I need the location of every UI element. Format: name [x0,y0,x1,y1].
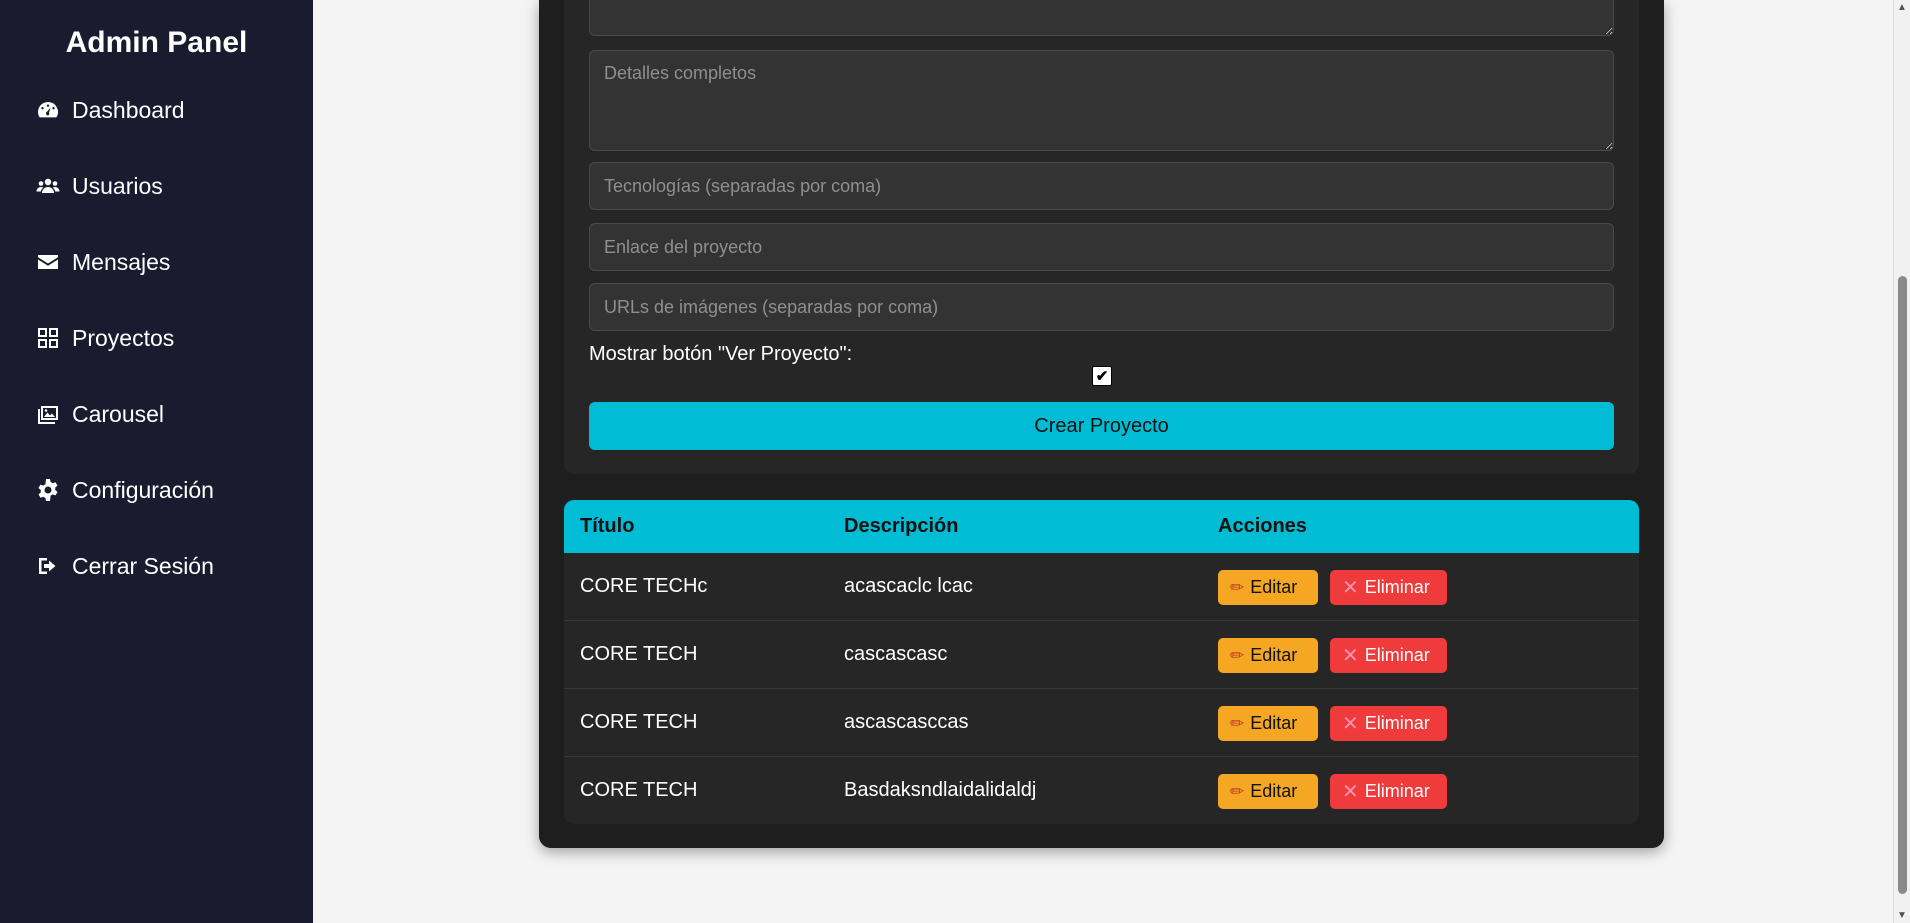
details-field[interactable] [589,50,1614,151]
project-link-field[interactable] [589,223,1614,271]
sidebar-item-label: Dashboard [72,96,185,123]
close-icon: ✕ [1342,577,1359,599]
pencil-icon: ✏ [1230,713,1245,733]
sidebar-item-label: Configuración [72,476,214,503]
sidebar-item-dashboard[interactable]: Dashboard [36,90,185,130]
sidebar-item-label: Usuarios [72,172,163,199]
sidebar-item-usuarios[interactable]: Usuarios [36,166,163,206]
images-icon [38,406,58,424]
projects-table: Título Descripción Acciones CORE TECHc a… [564,500,1639,824]
row-description: acascaclc lcac [844,575,973,597]
delete-label: Eliminar [1364,645,1430,665]
edit-label: Editar [1250,645,1298,665]
sidebar-item-label: Proyectos [72,324,175,351]
delete-button[interactable]: ✕ Eliminar [1330,570,1447,605]
delete-label: Eliminar [1364,781,1430,801]
sidebar: Admin Panel Dashboard Usuarios Mensajes … [0,0,313,923]
short-description-field[interactable] [589,0,1614,36]
sidebar-item-mensajes[interactable]: Mensajes [36,242,170,282]
row-description: Basdaksndlaidalidaldj [844,779,1037,801]
sidebar-item-label: Cerrar Sesión [72,552,214,579]
table-row: CORE TECH ascascasccas ✏ Editar ✕ Eliminar [564,689,1639,757]
grid-icon [38,328,58,348]
vertical-scrollbar[interactable]: ▲ ▼ [1893,0,1910,923]
edit-label: Editar [1250,713,1298,733]
close-icon: ✕ [1342,713,1359,735]
edit-button[interactable]: ✏ Editar [1218,774,1318,809]
pencil-icon: ✏ [1230,577,1245,597]
sidebar-item-label: Carousel [72,400,165,427]
pencil-icon: ✏ [1230,781,1245,801]
edit-button[interactable]: ✏ Editar [1218,638,1318,673]
row-title: CORE TECH [580,711,698,733]
scroll-down-icon[interactable]: ▼ [1897,910,1907,921]
header-description: Descripción [844,515,959,537]
envelope-icon [38,255,58,269]
sidebar-title: Admin Panel [65,26,248,59]
gear-icon [38,479,58,501]
header-actions: Acciones [1218,515,1307,537]
table-row: CORE TECH cascascasc ✏ Editar ✕ Eliminar [564,621,1639,689]
pencil-icon: ✏ [1230,645,1245,665]
edit-label: Editar [1250,781,1298,801]
row-description: ascascasccas [844,711,969,733]
row-title: CORE TECH [580,643,698,665]
logout-icon [39,558,56,574]
delete-button[interactable]: ✕ Eliminar [1330,706,1447,741]
delete-label: Eliminar [1364,577,1430,597]
table-header: Título Descripción Acciones [564,500,1639,553]
image-urls-field[interactable] [589,283,1614,331]
row-title: CORE TECH [580,779,698,801]
edit-button[interactable]: ✏ Editar [1218,706,1318,741]
sidebar-item-carousel[interactable]: Carousel [36,394,164,434]
sidebar-item-cerrar-sesion[interactable]: Cerrar Sesión [36,546,214,586]
check-icon: ✔ [1095,367,1109,385]
close-icon: ✕ [1342,645,1359,667]
technologies-field[interactable] [589,162,1614,210]
delete-label: Eliminar [1364,713,1430,733]
delete-button[interactable]: ✕ Eliminar [1330,774,1447,809]
table-row: CORE TECH Basdaksndlaidalidaldj ✏ Editar … [564,757,1639,824]
create-project-button[interactable]: Crear Proyecto [589,402,1614,450]
edit-button[interactable]: ✏ Editar [1218,570,1318,605]
show-button-label: Mostrar botón "Ver Proyecto": [589,343,853,365]
header-title: Título [580,515,635,537]
delete-button[interactable]: ✕ Eliminar [1330,638,1447,673]
edit-label: Editar [1250,577,1298,597]
table-row: CORE TECHc acascaclc lcac ✏ Editar ✕ Elimi… [564,553,1639,621]
row-description: cascascasc [844,643,948,665]
sidebar-item-proyectos[interactable]: Proyectos [36,318,174,358]
show-button-checkbox[interactable]: ✔ [1092,366,1112,386]
scroll-up-icon[interactable]: ▲ [1897,2,1907,13]
close-icon: ✕ [1342,781,1359,803]
dashboard-icon [38,102,58,118]
sidebar-item-configuracion[interactable]: Configuración [36,470,214,510]
row-title: CORE TECHc [580,575,708,597]
scroll-thumb[interactable] [1898,276,1907,894]
users-icon [36,178,60,193]
sidebar-item-label: Mensajes [72,248,171,275]
